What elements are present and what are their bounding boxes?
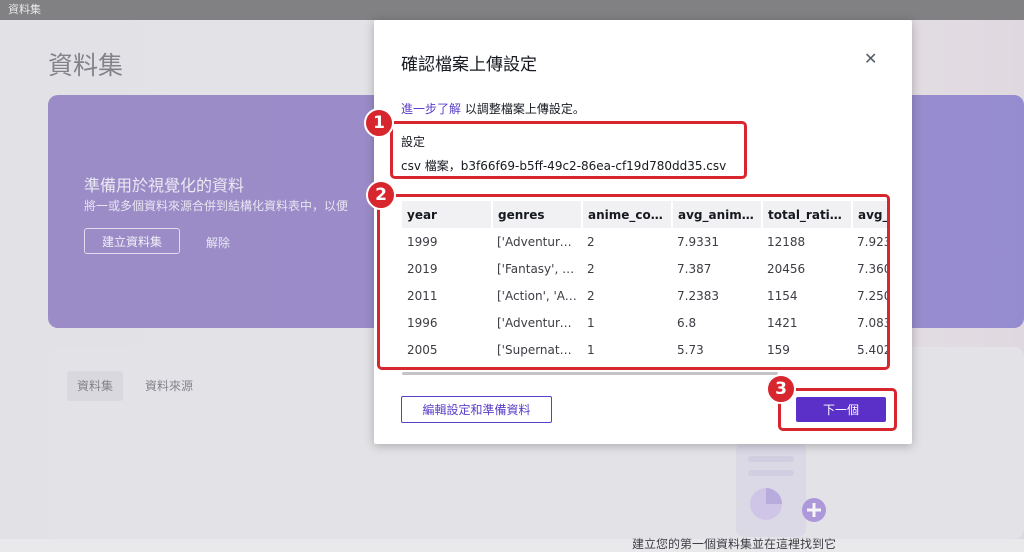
highlight-box-next — [778, 388, 897, 431]
dialog-title: 確認檔案上傳設定 — [401, 55, 537, 75]
learn-more-link[interactable]: 進一步了解 — [401, 102, 461, 116]
highlight-box-preview — [377, 194, 890, 370]
edit-settings-button[interactable]: 編輯設定和準備資料 — [401, 396, 552, 423]
close-icon[interactable]: ✕ — [864, 49, 877, 68]
step-badge-3: 3 — [766, 374, 796, 404]
highlight-box-settings — [390, 121, 747, 179]
step-badge-1: 1 — [364, 108, 394, 138]
step-badge-2: 2 — [366, 180, 396, 210]
learn-more-line: 進一步了解 以調整檔案上傳設定。 — [401, 100, 585, 117]
learn-more-text: 以調整檔案上傳設定。 — [461, 102, 585, 116]
horizontal-scrollbar[interactable] — [402, 372, 778, 375]
